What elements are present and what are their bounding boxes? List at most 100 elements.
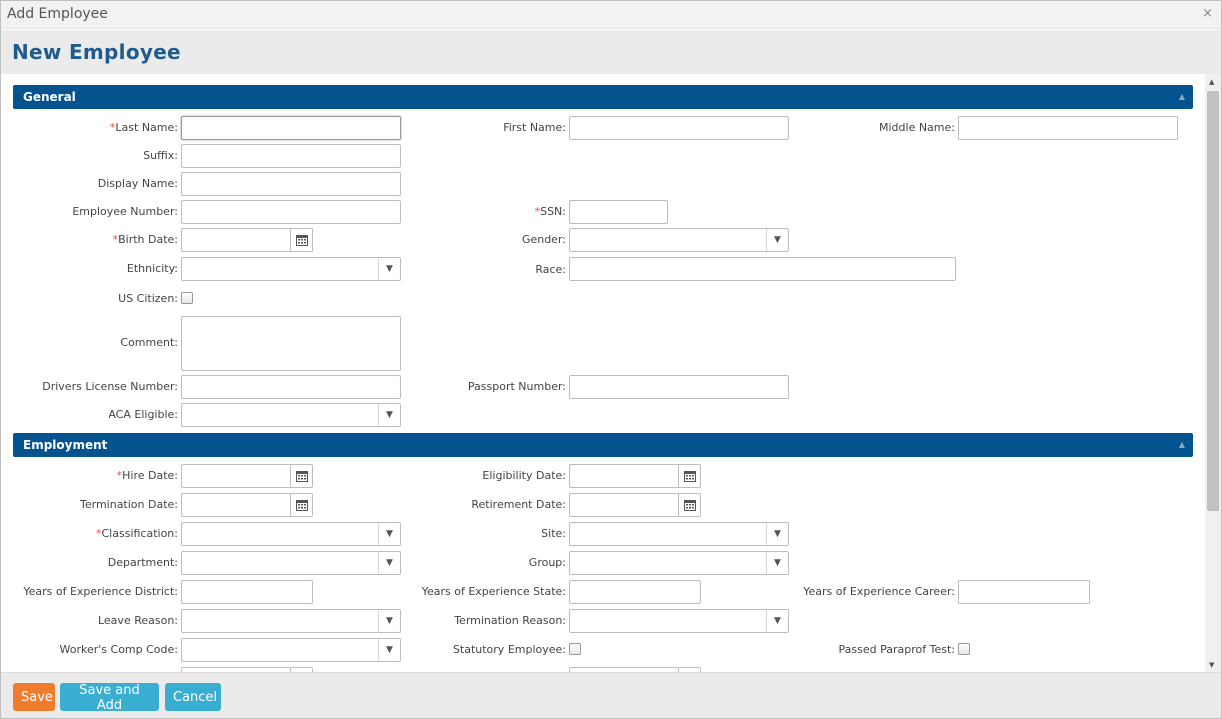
race-input[interactable] bbox=[569, 257, 956, 281]
workers-comp-label: Worker's Comp Code: bbox=[59, 643, 178, 656]
ssn-label: *SSN: bbox=[534, 205, 566, 218]
chevron-down-icon[interactable]: ▼ bbox=[378, 639, 400, 661]
close-icon[interactable]: × bbox=[1202, 6, 1213, 21]
chevron-down-icon[interactable]: ▼ bbox=[378, 552, 400, 574]
calendar-icon[interactable] bbox=[679, 493, 701, 517]
vertical-scrollbar[interactable]: ▲ ▼ bbox=[1205, 74, 1221, 672]
save-button[interactable]: Save bbox=[13, 683, 55, 711]
middle-name-label: Middle Name: bbox=[879, 121, 955, 134]
gender-label: Gender: bbox=[521, 233, 566, 246]
yoe-state-label: Years of Experience State: bbox=[421, 585, 566, 598]
passport-label: Passport Number: bbox=[467, 380, 566, 393]
yoe-career-input[interactable] bbox=[958, 580, 1090, 604]
suffix-input[interactable] bbox=[181, 144, 401, 168]
ethnicity-select[interactable]: ▼ bbox=[181, 257, 401, 281]
dialog-title: Add Employee bbox=[7, 6, 108, 22]
display-name-input[interactable] bbox=[181, 172, 401, 196]
scroll-thumb[interactable] bbox=[1207, 91, 1219, 511]
section-general-header[interactable]: General ▲ bbox=[13, 85, 1193, 109]
eligibility-date-input[interactable] bbox=[569, 464, 679, 488]
chevron-down-icon[interactable]: ▼ bbox=[378, 258, 400, 280]
termination-date-label: Termination Date: bbox=[80, 498, 178, 511]
statutory-employee-label: Statutory Employee: bbox=[452, 643, 566, 656]
retirement-date-label: Retirement Date: bbox=[471, 498, 566, 511]
yoe-career-label: Years of Experience Career: bbox=[803, 585, 955, 598]
last-name-input[interactable] bbox=[181, 116, 401, 140]
department-select[interactable]: ▼ bbox=[181, 551, 401, 575]
calendar-icon[interactable] bbox=[679, 464, 701, 488]
us-citizen-checkbox[interactable] bbox=[181, 292, 193, 304]
aca-eligible-label: ACA Eligible: bbox=[108, 408, 178, 421]
page-header: New Employee bbox=[1, 30, 1221, 74]
classification-select[interactable]: ▼ bbox=[181, 522, 401, 546]
aca-eligible-select[interactable]: ▼ bbox=[181, 403, 401, 427]
scroll-up-icon[interactable]: ▲ bbox=[1209, 78, 1214, 86]
department-label: Department: bbox=[107, 556, 178, 569]
calendar-icon[interactable] bbox=[291, 464, 313, 488]
termination-reason-select[interactable]: ▼ bbox=[569, 609, 789, 633]
yoe-district-label: Years of Experience District: bbox=[23, 585, 178, 598]
chevron-down-icon[interactable]: ▼ bbox=[378, 610, 400, 632]
middle-name-input[interactable] bbox=[958, 116, 1178, 140]
comment-textarea[interactable] bbox=[181, 316, 401, 371]
ssn-input[interactable] bbox=[569, 200, 668, 224]
page-title: New Employee bbox=[12, 40, 181, 64]
classification-label: *Classification: bbox=[96, 527, 178, 540]
collapse-icon[interactable]: ▲ bbox=[1179, 92, 1185, 101]
employee-number-input[interactable] bbox=[181, 200, 401, 224]
us-citizen-label: US Citizen: bbox=[118, 292, 178, 305]
first-name-label: First Name: bbox=[503, 121, 566, 134]
group-label: Group: bbox=[528, 556, 566, 569]
retirement-date-input[interactable] bbox=[569, 493, 679, 517]
form-content: General ▲ *Last Name: First Name: Middle… bbox=[1, 74, 1221, 672]
add-employee-dialog: Add Employee × New Employee General ▲ *L… bbox=[0, 0, 1222, 719]
passport-input[interactable] bbox=[569, 375, 789, 399]
collapse-icon[interactable]: ▲ bbox=[1179, 440, 1185, 449]
save-and-add-button[interactable]: Save and Add bbox=[60, 683, 159, 713]
section-general-title: General bbox=[23, 90, 76, 104]
drivers-license-label: Drivers License Number: bbox=[42, 380, 178, 393]
yoe-state-input[interactable] bbox=[569, 580, 701, 604]
first-name-input[interactable] bbox=[569, 116, 789, 140]
workers-comp-select[interactable]: ▼ bbox=[181, 638, 401, 662]
hire-date-input[interactable] bbox=[181, 464, 291, 488]
section-employment-header[interactable]: Employment ▲ bbox=[13, 433, 1193, 457]
termination-date-input[interactable] bbox=[181, 493, 291, 517]
calendar-icon[interactable] bbox=[291, 228, 313, 252]
chevron-down-icon[interactable]: ▼ bbox=[766, 552, 788, 574]
cancel-button[interactable]: Cancel bbox=[165, 683, 221, 711]
calendar-icon[interactable] bbox=[291, 493, 313, 517]
paraprof-test-checkbox[interactable] bbox=[958, 643, 970, 655]
suffix-label: Suffix: bbox=[143, 149, 178, 162]
birth-date-input[interactable] bbox=[181, 228, 291, 252]
leave-reason-select[interactable]: ▼ bbox=[181, 609, 401, 633]
chevron-down-icon[interactable]: ▼ bbox=[378, 523, 400, 545]
chevron-down-icon[interactable]: ▼ bbox=[378, 404, 400, 426]
dialog-footer: Save Save and Add Cancel bbox=[1, 672, 1221, 718]
termination-reason-label: Termination Reason: bbox=[454, 614, 566, 627]
gender-select[interactable]: ▼ bbox=[569, 228, 789, 252]
chevron-down-icon[interactable]: ▼ bbox=[766, 229, 788, 251]
section-employment-title: Employment bbox=[23, 438, 108, 452]
eligibility-date-label: Eligibility Date: bbox=[482, 469, 566, 482]
drivers-license-input[interactable] bbox=[181, 375, 401, 399]
comment-label: Comment: bbox=[120, 336, 178, 349]
hire-date-label: *Hire Date: bbox=[116, 469, 178, 482]
scroll-down-icon[interactable]: ▼ bbox=[1209, 661, 1214, 669]
display-name-label: Display Name: bbox=[97, 177, 178, 190]
site-select[interactable]: ▼ bbox=[569, 522, 789, 546]
chevron-down-icon[interactable]: ▼ bbox=[766, 523, 788, 545]
birth-date-label: *Birth Date: bbox=[112, 233, 178, 246]
statutory-employee-checkbox[interactable] bbox=[569, 643, 581, 655]
chevron-down-icon[interactable]: ▼ bbox=[766, 610, 788, 632]
leave-reason-label: Leave Reason: bbox=[97, 614, 178, 627]
race-label: Race: bbox=[535, 263, 566, 276]
last-name-label: *Last Name: bbox=[109, 121, 178, 134]
ethnicity-label: Ethnicity: bbox=[126, 262, 178, 275]
paraprof-test-label: Passed Paraprof Test: bbox=[838, 643, 955, 656]
yoe-district-input[interactable] bbox=[181, 580, 313, 604]
employee-number-label: Employee Number: bbox=[72, 205, 178, 218]
dialog-titlebar: Add Employee × bbox=[1, 1, 1221, 29]
site-label: Site: bbox=[541, 527, 566, 540]
group-select[interactable]: ▼ bbox=[569, 551, 789, 575]
